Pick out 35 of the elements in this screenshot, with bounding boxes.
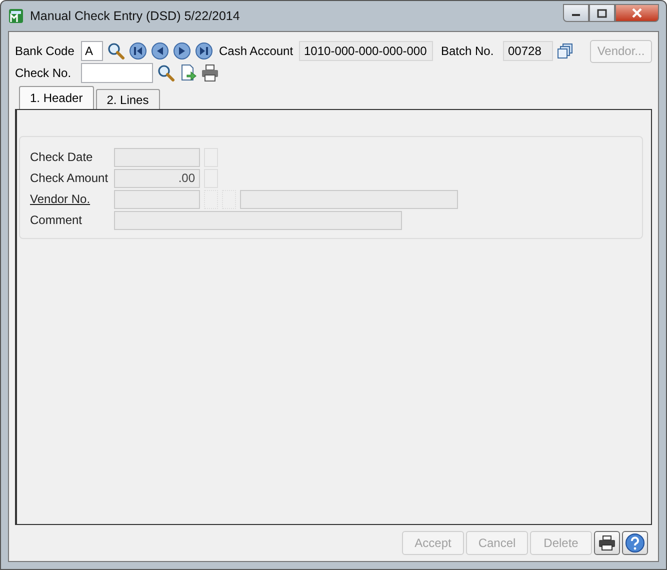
field-label: Batch No.	[441, 44, 495, 58]
help-button[interactable]	[622, 531, 648, 555]
window-title: Manual Check Entry (DSD) 5/22/2014	[30, 9, 241, 23]
minimize-button[interactable]	[563, 4, 589, 22]
field-label: Bank Code	[15, 44, 76, 58]
search-icon[interactable]	[107, 42, 125, 60]
next-icon[interactable]	[173, 42, 191, 60]
close-button[interactable]	[615, 4, 659, 22]
field-label: Check Amount	[30, 171, 110, 185]
cash-account-field: 1010-000-000-000-000	[299, 41, 433, 61]
document-arrow-icon[interactable]	[179, 64, 197, 82]
field-label[interactable]: Vendor No.	[30, 192, 110, 206]
close-icon	[631, 8, 643, 18]
first-icon[interactable]	[129, 42, 147, 60]
field-label: Check Date	[30, 150, 94, 164]
check-number-field[interactable]	[81, 63, 153, 83]
app-icon	[8, 8, 24, 24]
last-icon[interactable]	[195, 42, 213, 60]
batch-number-field: 00728	[503, 41, 553, 61]
search-icon[interactable]	[157, 64, 175, 82]
field-label: Cash Account	[219, 44, 294, 58]
copy-icon[interactable]	[557, 43, 573, 59]
bank-code-field[interactable]: A	[81, 41, 103, 61]
field-label: Check No.	[15, 66, 72, 80]
printer-icon	[598, 535, 616, 551]
vendor-name-field[interactable]	[240, 190, 458, 208]
maximize-button[interactable]	[589, 4, 615, 22]
tab[interactable]: 2. Lines	[96, 89, 160, 109]
print-icon[interactable]	[201, 64, 219, 82]
maximize-icon	[597, 8, 607, 18]
tab[interactable]: 1. Header	[19, 86, 94, 109]
field-label: Comment	[30, 213, 84, 227]
help-icon	[625, 533, 645, 553]
print-button[interactable]	[594, 531, 620, 555]
previous-icon[interactable]	[151, 42, 169, 60]
